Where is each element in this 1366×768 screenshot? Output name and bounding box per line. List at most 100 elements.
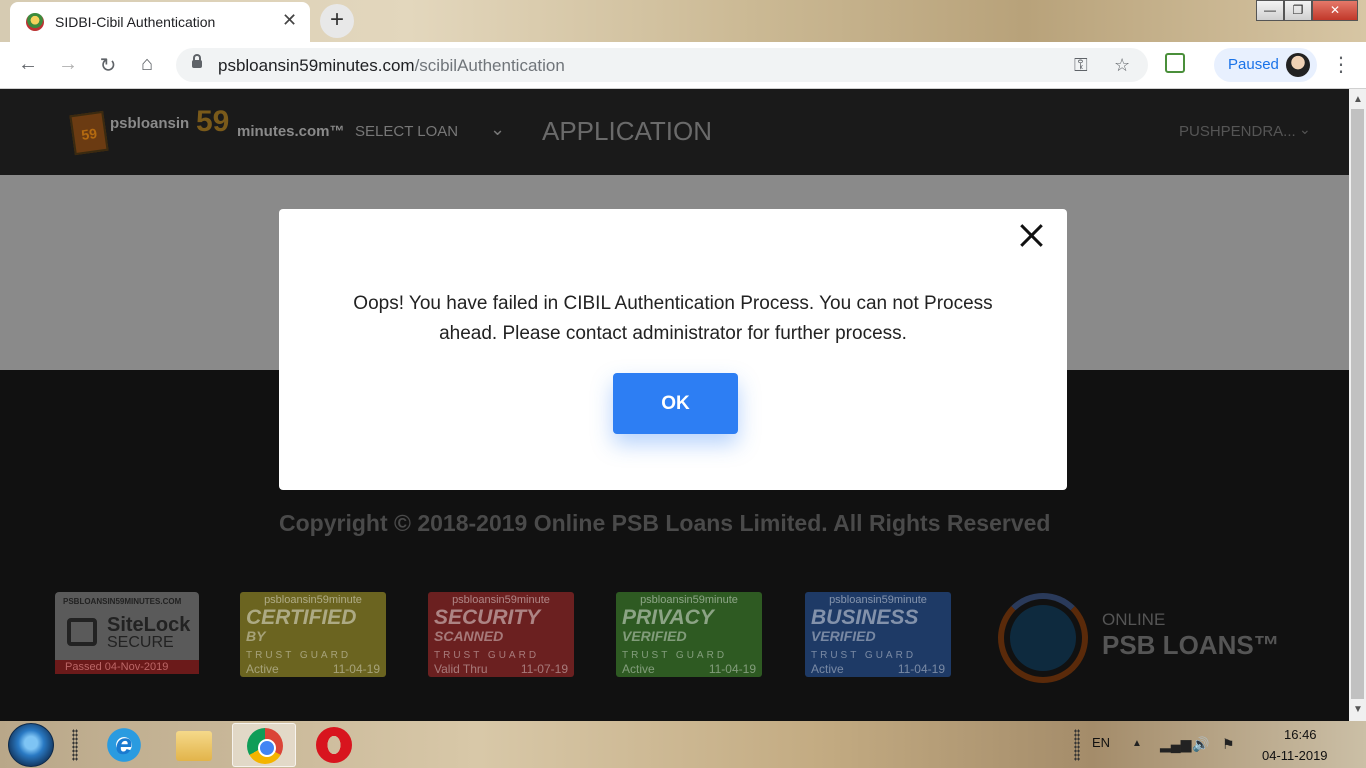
user-menu[interactable]: PUSHPENDRA... (1179, 123, 1296, 140)
seal-line1: BUSINESS (811, 606, 919, 629)
start-button-icon[interactable] (8, 723, 54, 767)
taskbar-internet-explorer[interactable]: e (92, 723, 156, 767)
seal-date: 11-04-19 (708, 662, 756, 676)
profile-status: Paused (1228, 56, 1279, 73)
home-icon[interactable]: ⌂ (135, 53, 159, 76)
internet-explorer-icon: e (106, 727, 142, 763)
maximize-button[interactable]: ❐ (1284, 0, 1312, 21)
sitelock-site: PSBLOANSIN59MINUTES.COM (63, 597, 182, 606)
logo-text-right[interactable]: minutes.com™ (237, 123, 345, 140)
seal-site: psbloansin59minute (829, 594, 927, 606)
trust-seal-privacy[interactable]: psbloansin59minute PRIVACY VERIFIED TRUS… (616, 592, 762, 677)
site-header: 59 psbloansin 59 minutes.com™ SELECT LOA… (0, 89, 1349, 175)
seal-date: 11-04-19 (332, 662, 380, 676)
trust-seal-security[interactable]: psbloansin59minute SECURITY SCANNED TRUS… (428, 592, 574, 677)
clock-date[interactable]: 04-11-2019 (1262, 748, 1328, 763)
action-center-flag-icon[interactable]: ⚑ (1222, 736, 1235, 753)
psb-logo-text-online: ONLINE (1102, 610, 1166, 629)
seal-line1: CERTIFIED (246, 606, 357, 629)
seal-status: Active (622, 662, 655, 676)
site-favicon-icon (26, 13, 44, 31)
extension-icon[interactable] (1165, 53, 1185, 73)
lock-icon[interactable] (192, 54, 202, 68)
window-controls: — ❐ ✕ (1256, 0, 1358, 22)
seal-line2: VERIFIED (622, 628, 687, 644)
seal-guard: TRUST GUARD (434, 650, 540, 661)
taskbar-grip[interactable] (72, 729, 78, 761)
clock-time[interactable]: 16:46 (1284, 727, 1317, 742)
language-indicator[interactable]: EN (1092, 735, 1110, 750)
seal-guard: TRUST GUARD (811, 650, 917, 661)
page-title: APPLICATION (542, 116, 713, 146)
trust-seal-certified[interactable]: psbloansin59minute CERTIFIED BY TRUST GU… (240, 592, 386, 677)
forward-arrow-icon[interactable]: → (56, 53, 80, 76)
url-text[interactable]: psbloansin59minutes.com/scibilAuthentica… (218, 56, 565, 76)
logo-text-left[interactable]: psbloansin (110, 115, 189, 132)
browser-tab-active[interactable]: SIDBI-Cibil Authentication ✕ (10, 2, 310, 42)
select-loan-dropdown[interactable]: SELECT LOAN (355, 123, 458, 140)
seal-status: Active (811, 662, 844, 676)
psb-logo-text-brand: PSB LOANS™ (1102, 630, 1280, 660)
scroll-up-arrow-icon[interactable]: ▲ (1353, 94, 1363, 105)
sitelock-secure: SECURE (107, 634, 174, 651)
chevron-down-icon[interactable]: ⌄ (490, 119, 505, 140)
scroll-down-arrow-icon[interactable]: ▼ (1353, 704, 1363, 715)
new-tab-button[interactable]: + (320, 4, 354, 38)
sitelock-seal[interactable]: PSBLOANSIN59MINUTES.COM SiteLock SECURE … (55, 592, 199, 674)
user-chevron-down-icon[interactable]: ⌄ (1299, 121, 1311, 138)
psb-loans-logo-inner (1010, 605, 1076, 671)
url-domain: psbloansin59minutes.com (218, 56, 415, 75)
copyright-text: Copyright © 2018-2019 Online PSB Loans L… (279, 510, 1051, 536)
show-hidden-icons-icon[interactable]: ▲ (1132, 738, 1142, 749)
seal-site: psbloansin59minute (264, 594, 362, 606)
seal-line1: SECURITY (434, 606, 541, 629)
windows-taskbar: e EN ▲ ▂▄▆ 🔊 ⚑ 16:46 04-11-2019 (0, 721, 1366, 768)
web-page: 59 psbloansin 59 minutes.com™ SELECT LOA… (0, 89, 1349, 721)
seal-line1: PRIVACY (622, 606, 714, 629)
taskbar-chrome[interactable] (232, 723, 296, 767)
seal-date: 11-04-19 (897, 662, 945, 676)
network-signal-icon[interactable]: ▂▄▆ (1160, 736, 1191, 753)
key-icon[interactable]: ⚿ (1074, 55, 1088, 76)
padlock-icon (67, 618, 97, 646)
seal-guard: TRUST GUARD (622, 650, 728, 661)
scroll-thumb[interactable] (1351, 109, 1364, 699)
logo-number[interactable]: 59 (196, 105, 229, 139)
address-bar[interactable]: psbloansin59minutes.com/scibilAuthentica… (176, 48, 1148, 82)
folder-icon (176, 731, 212, 761)
reload-icon[interactable]: ↻ (96, 53, 120, 78)
page-scrollbar[interactable]: ▲ ▼ (1349, 89, 1366, 721)
minimize-button[interactable]: — (1256, 0, 1284, 21)
modal-message: Oops! You have failed in CIBIL Authentic… (353, 293, 993, 344)
volume-icon[interactable]: 🔊 (1192, 736, 1209, 753)
seal-site: psbloansin59minute (640, 594, 738, 606)
seal-site: psbloansin59minute (452, 594, 550, 606)
tray-grip[interactable] (1074, 729, 1080, 761)
chrome-icon (247, 728, 283, 764)
trust-seal-business[interactable]: psbloansin59minute BUSINESS VERIFIED TRU… (805, 592, 951, 677)
taskbar-opera[interactable] (302, 723, 366, 767)
seal-status: Valid Thru (434, 662, 488, 676)
tab-title: SIDBI-Cibil Authentication (55, 14, 216, 30)
close-icon[interactable] (1018, 222, 1044, 248)
browser-toolbar: ← → ↻ ⌂ psbloansin59minutes.com/scibilAu… (0, 42, 1366, 89)
avatar (1286, 53, 1310, 77)
seal-guard: TRUST GUARD (246, 650, 352, 661)
error-modal: Oops! You have failed in CIBIL Authentic… (279, 209, 1067, 490)
profile-button[interactable]: Paused (1214, 48, 1317, 82)
seal-status: Active (246, 662, 279, 676)
back-arrow-icon[interactable]: ← (16, 53, 40, 76)
url-path: /scibilAuthentication (414, 56, 565, 75)
seal-line2: BY (246, 628, 266, 644)
browser-titlebar: SIDBI-Cibil Authentication ✕ + — ❐ ✕ (0, 0, 1366, 42)
sitelock-status: Passed 04-Nov-2019 (55, 660, 199, 674)
window-close-button[interactable]: ✕ (1312, 0, 1358, 21)
opera-icon (316, 727, 352, 763)
tab-close-icon[interactable]: ✕ (282, 10, 297, 31)
seal-date: 11-07-19 (520, 662, 568, 676)
ok-button[interactable]: OK (613, 373, 738, 434)
logo-badge-icon[interactable]: 59 (69, 110, 109, 156)
taskbar-file-explorer[interactable] (162, 723, 226, 767)
browser-menu-icon[interactable]: ⋮ (1331, 52, 1351, 77)
bookmark-star-icon[interactable]: ☆ (1114, 55, 1130, 76)
